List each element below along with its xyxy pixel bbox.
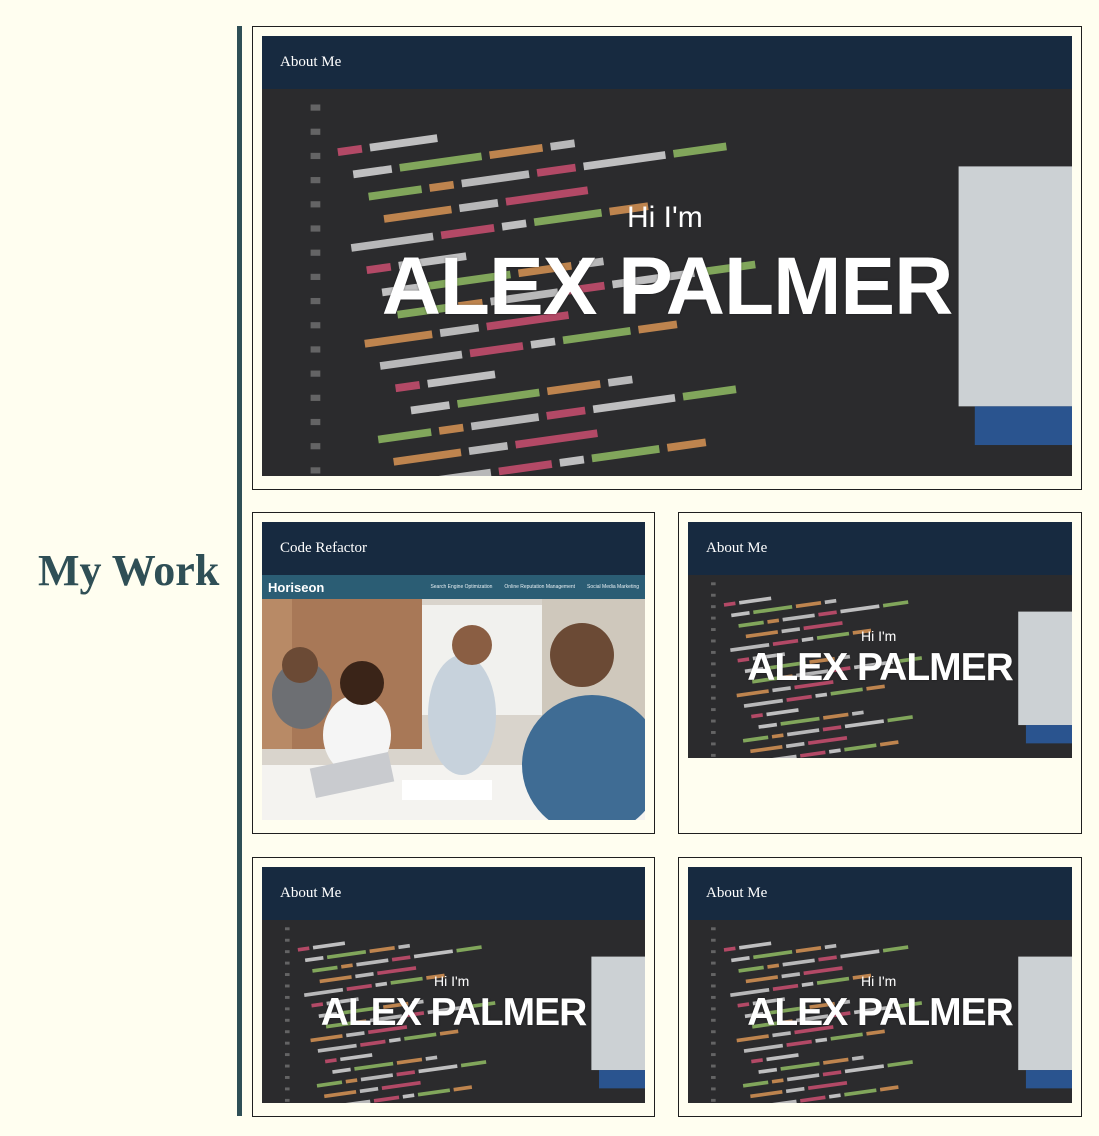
project-screenshot[interactable]: Horiseon Search Engine Optimization Onli… xyxy=(262,575,645,820)
card-title[interactable]: About Me xyxy=(706,540,767,557)
card-header: About Me xyxy=(688,867,1072,920)
card-header: About Me xyxy=(688,522,1072,575)
nav-link: Search Engine Optimization xyxy=(430,584,493,590)
site-nav-bar: Horiseon Search Engine Optimization Onli… xyxy=(262,575,645,599)
hero-greeting: Hi I'm xyxy=(861,973,897,989)
card-title[interactable]: About Me xyxy=(280,885,341,902)
hero-name: ALEX PALMER xyxy=(381,241,954,332)
project-screenshot[interactable]: Hi I'm ALEX PALMER xyxy=(262,920,645,1103)
project-screenshot[interactable]: Hi I'm ALEX PALMER xyxy=(688,920,1072,1103)
hero-greeting: Hi I'm xyxy=(861,628,897,644)
card-title[interactable]: About Me xyxy=(706,885,767,902)
card-title[interactable]: About Me xyxy=(280,54,341,71)
project-screenshot[interactable]: Hi I'm ALEX PALMER xyxy=(262,89,1072,476)
card-header: About Me xyxy=(262,36,1072,89)
project-card-about-me[interactable]: About Me Hi I'm ALEX PALMER xyxy=(678,512,1082,834)
team-meeting-photo xyxy=(262,575,645,820)
project-card-about-me-featured[interactable]: About Me Hi I'm ALEX PALMER xyxy=(252,26,1082,490)
site-logo: Horiseon xyxy=(268,579,325,595)
card-header: Code Refactor xyxy=(262,522,645,575)
project-card-about-me[interactable]: About Me Hi I'm ALEX PALMER xyxy=(678,857,1082,1117)
vertical-divider xyxy=(237,26,242,1116)
section-title: My Work xyxy=(38,546,220,595)
nav-link: Online Reputation Management xyxy=(504,584,576,590)
hero-greeting: Hi I'm xyxy=(627,201,703,234)
hero-name: ALEX PALMER xyxy=(747,646,1014,689)
hero-greeting: Hi I'm xyxy=(434,973,470,989)
card-header: About Me xyxy=(262,867,645,920)
hero-name: ALEX PALMER xyxy=(747,991,1014,1034)
nav-link: Social Media Marketing xyxy=(587,584,639,590)
hero-name: ALEX PALMER xyxy=(320,991,588,1034)
project-card-about-me[interactable]: About Me Hi I'm ALEX PALMER xyxy=(252,857,655,1117)
card-title[interactable]: Code Refactor xyxy=(280,540,367,557)
project-screenshot[interactable]: Hi I'm ALEX PALMER xyxy=(688,575,1072,758)
project-card-code-refactor[interactable]: Code Refactor Horiseon Search Engine Opt… xyxy=(252,512,655,834)
